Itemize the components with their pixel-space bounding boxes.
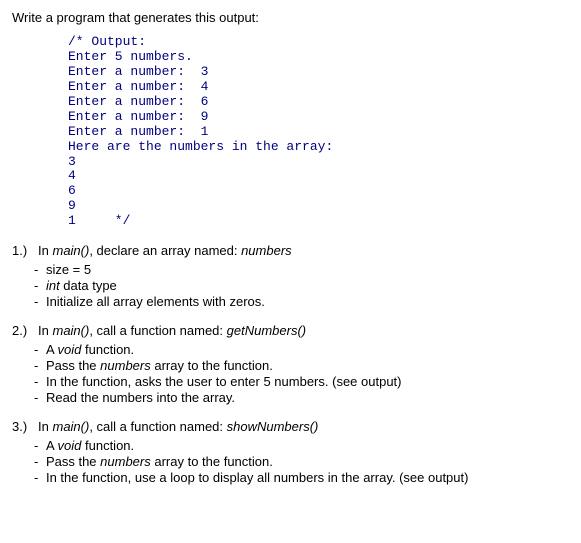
bullet-text: size = 5 (46, 262, 91, 277)
section-3-head: 3.) In main(), call a function named: sh… (12, 419, 569, 434)
bullet-text: A (46, 342, 58, 357)
bullet-text: function. (81, 438, 134, 453)
section-3-name: showNumbers() (227, 419, 319, 434)
bullet-text: function. (81, 342, 134, 357)
bullet-text: data type (60, 278, 117, 293)
bullet-text: Read the numbers into the array. (46, 390, 235, 405)
bullet: size = 5 (46, 262, 569, 277)
section-3: 3.) In main(), call a function named: sh… (12, 419, 569, 485)
bullet-text: In the function, use a loop to display a… (46, 470, 469, 485)
section-2-pre: In (38, 323, 52, 338)
bullet-text: void (58, 438, 82, 453)
bullet-text: array to the function. (151, 454, 273, 469)
bullet: Initialize all array elements with zeros… (46, 294, 569, 309)
bullet: int data type (46, 278, 569, 293)
section-2-name: getNumbers() (227, 323, 306, 338)
bullet: Pass the numbers array to the function. (46, 358, 569, 373)
section-1-num: 1.) (12, 243, 27, 258)
bullet-text: A (46, 438, 58, 453)
section-2-num: 2.) (12, 323, 27, 338)
bullet: A void function. (46, 438, 569, 453)
bullet: Pass the numbers array to the function. (46, 454, 569, 469)
section-1-mid: , declare an array named: (89, 243, 241, 258)
bullet: In the function, asks the user to enter … (46, 374, 569, 389)
section-1-name: numbers (241, 243, 292, 258)
bullet-text: numbers (100, 358, 151, 373)
section-2: 2.) In main(), call a function named: ge… (12, 323, 569, 405)
bullet-text: Initialize all array elements with zeros… (46, 294, 265, 309)
bullet-text: Pass the (46, 454, 100, 469)
section-2-head: 2.) In main(), call a function named: ge… (12, 323, 569, 338)
intro-text: Write a program that generates this outp… (12, 10, 259, 25)
bullet-text: numbers (100, 454, 151, 469)
section-2-main: main() (52, 323, 89, 338)
section-3-mid: , call a function named: (89, 419, 226, 434)
bullet: Read the numbers into the array. (46, 390, 569, 405)
section-1-pre: In (38, 243, 52, 258)
section-3-main: main() (52, 419, 89, 434)
bullet-text: In the function, asks the user to enter … (46, 374, 402, 389)
section-3-pre: In (38, 419, 52, 434)
section-3-bullets: A void function. Pass the numbers array … (46, 438, 569, 485)
section-1: 1.) In main(), declare an array named: n… (12, 243, 569, 309)
section-2-mid: , call a function named: (89, 323, 226, 338)
bullet-text: array to the function. (151, 358, 273, 373)
section-1-main: main() (52, 243, 89, 258)
section-3-num: 3.) (12, 419, 27, 434)
bullet-text: Pass the (46, 358, 100, 373)
section-2-bullets: A void function. Pass the numbers array … (46, 342, 569, 405)
bullet: A void function. (46, 342, 569, 357)
section-1-head: 1.) In main(), declare an array named: n… (12, 243, 569, 258)
bullet-text: void (58, 342, 82, 357)
bullet: In the function, use a loop to display a… (46, 470, 569, 485)
output-block: /* Output: Enter 5 numbers. Enter a numb… (68, 35, 569, 229)
intro-line: Write a program that generates this outp… (12, 10, 569, 25)
bullet-text: int (46, 278, 60, 293)
section-1-bullets: size = 5 int data type Initialize all ar… (46, 262, 569, 309)
